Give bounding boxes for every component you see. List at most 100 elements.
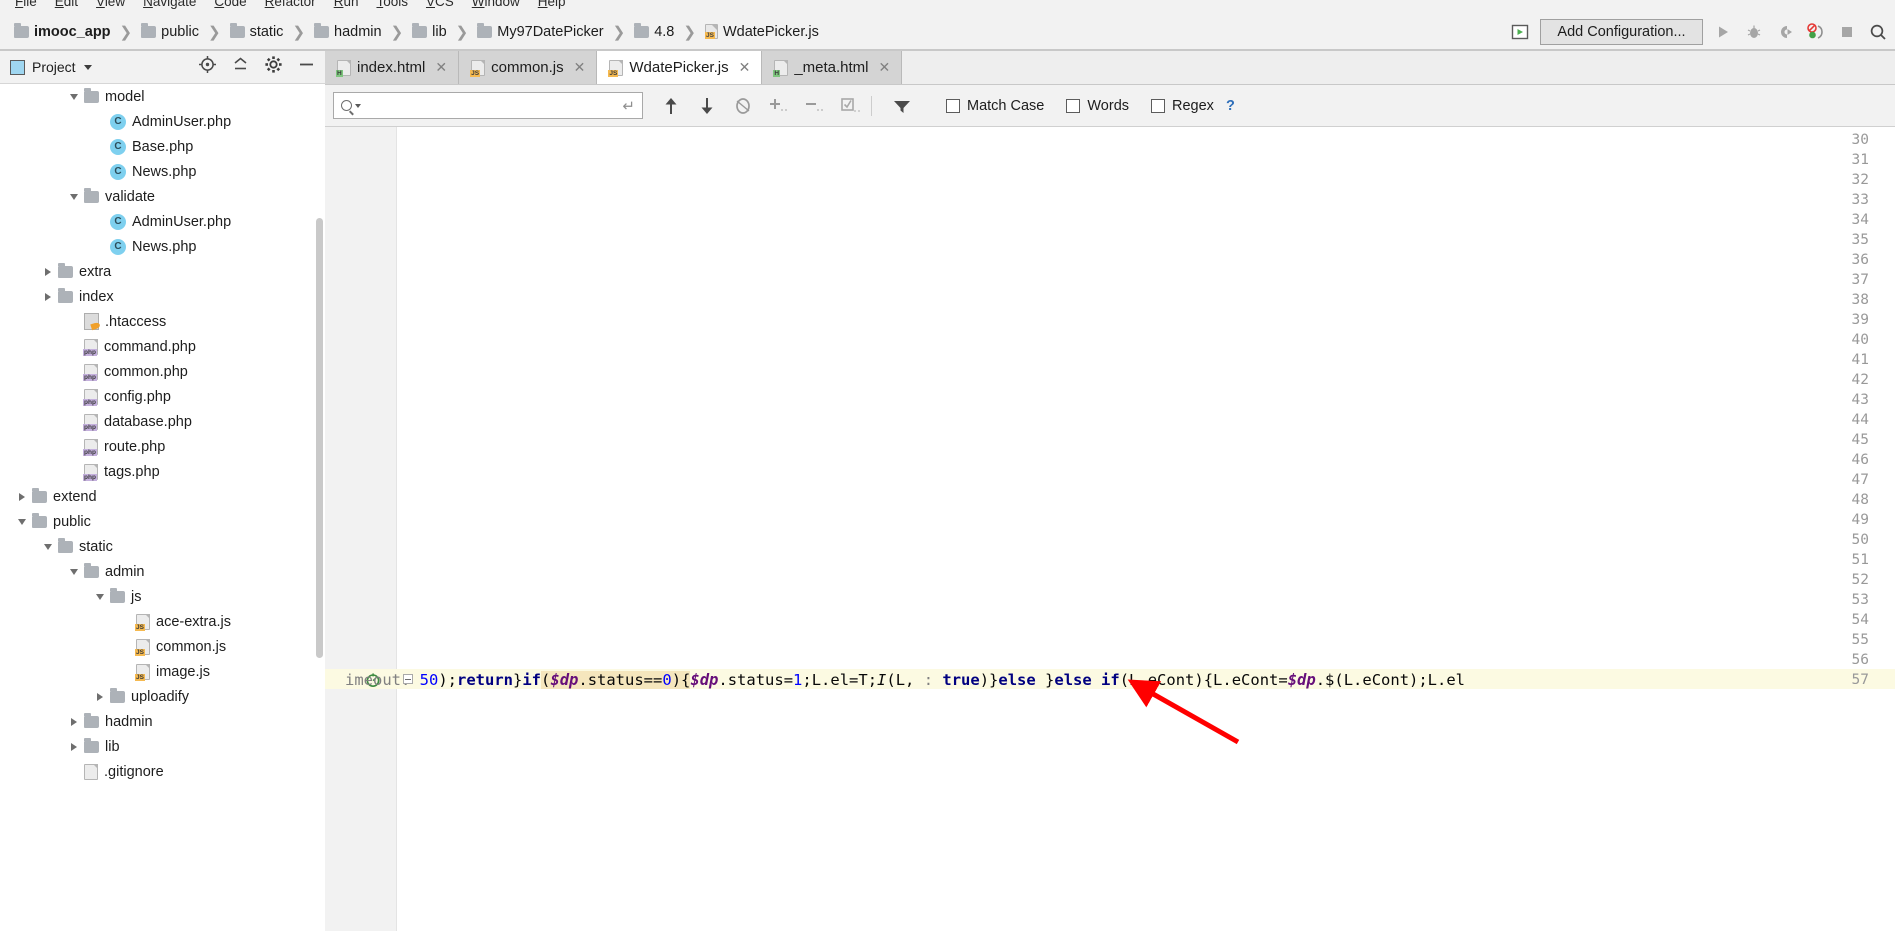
close-icon[interactable]: ✕ xyxy=(739,59,751,76)
tree-twisty[interactable] xyxy=(64,717,84,726)
breadcrumb-item-my97datepicker[interactable]: My97DatePicker xyxy=(477,22,604,40)
add-line-icon[interactable] xyxy=(763,92,795,120)
tree-item--htaccess[interactable]: .htaccess xyxy=(0,309,325,334)
tree-item-ace-extra-js[interactable]: JS ace-extra.js xyxy=(0,609,325,634)
editor-tab-index-html[interactable]: Hindex.html ✕ xyxy=(325,51,460,84)
tree-twisty[interactable] xyxy=(90,692,110,701)
breadcrumb-item-wdatepicker-js[interactable]: JS WdatePicker.js xyxy=(704,24,819,40)
close-icon[interactable]: ✕ xyxy=(574,59,586,76)
settings-gear-icon[interactable] xyxy=(264,55,283,79)
tree-item-database-php[interactable]: php database.php xyxy=(0,409,325,434)
tree-item-public[interactable]: public xyxy=(0,509,325,534)
code-editor[interactable]: 30 31 32 33 34 35 36 37 38 39 40 41 42 43 44 45 46 47 48 49… xyxy=(325,127,1895,931)
tree-item-tags-php[interactable]: php tags.php xyxy=(0,459,325,484)
breadcrumb-item-hadmin[interactable]: hadmin xyxy=(314,22,382,40)
select-all-icon[interactable] xyxy=(835,92,867,120)
search-input[interactable]: ↵ xyxy=(333,92,643,119)
checkbox[interactable] xyxy=(1151,98,1166,113)
tree-item-static[interactable]: static xyxy=(0,534,325,559)
find-option-words[interactable]: Words xyxy=(1066,98,1129,114)
menu-item-navigate[interactable]: Navigate xyxy=(134,0,205,8)
breadcrumb-item-imooc-app[interactable]: imooc_app xyxy=(14,22,111,40)
code-line[interactable]: imeout: 50);return}if($dp.status==0){$dp… xyxy=(345,670,1465,690)
tree-item-extra[interactable]: extra xyxy=(0,259,325,284)
breadcrumb-item-lib[interactable]: lib xyxy=(412,22,447,40)
add-configuration-button[interactable]: Add Configuration... xyxy=(1540,18,1703,45)
close-icon[interactable]: ✕ xyxy=(435,59,447,76)
checkbox[interactable] xyxy=(1066,98,1081,113)
sidebar-scrollbar[interactable] xyxy=(316,218,323,658)
project-file-tree[interactable]: model C AdminUser.php C Base.php C News.php val… xyxy=(0,84,325,931)
find-option-match-case[interactable]: Match Case xyxy=(946,98,1044,114)
tree-item-adminuser-php[interactable]: C AdminUser.php xyxy=(0,109,325,134)
tree-twisty[interactable] xyxy=(38,292,58,301)
select-all-occurrences-icon[interactable] xyxy=(727,92,759,120)
tree-twisty[interactable] xyxy=(90,593,110,600)
profiler-icon[interactable] xyxy=(1805,21,1827,43)
menu-item-view[interactable]: View xyxy=(87,0,134,8)
find-next-icon[interactable] xyxy=(691,92,723,120)
tree-item-news-php[interactable]: C News.php xyxy=(0,234,325,259)
breadcrumb-item-static[interactable]: static xyxy=(229,22,283,40)
menu-item-tools[interactable]: Tools xyxy=(367,0,417,8)
tree-item-hadmin[interactable]: hadmin xyxy=(0,709,325,734)
menu-item-refactor[interactable]: Refactor xyxy=(256,0,325,8)
tree-item-lib[interactable]: lib xyxy=(0,734,325,759)
tree-twisty[interactable] xyxy=(38,543,58,550)
tree-item-image-js[interactable]: JS image.js xyxy=(0,659,325,684)
tree-item-index[interactable]: index xyxy=(0,284,325,309)
search-everywhere-icon[interactable] xyxy=(1867,21,1889,43)
debug-icon[interactable] xyxy=(1743,21,1765,43)
run-icon[interactable] xyxy=(1712,21,1734,43)
fold-collapse-icon[interactable] xyxy=(403,674,413,684)
breadcrumb-item-public[interactable]: public xyxy=(141,22,199,40)
editor-tab-common-js[interactable]: JS common.js ✕ xyxy=(459,51,598,84)
tree-twisty[interactable] xyxy=(64,193,84,200)
tree-twisty[interactable] xyxy=(12,518,32,525)
locate-icon[interactable] xyxy=(198,55,217,79)
tree-item-config-php[interactable]: php config.php xyxy=(0,384,325,409)
collapse-all-icon[interactable] xyxy=(231,55,250,79)
remove-line-icon[interactable] xyxy=(799,92,831,120)
tree-item--gitignore[interactable]: .gitignore xyxy=(0,759,325,784)
tree-item-model[interactable]: model xyxy=(0,84,325,109)
chevron-down-icon[interactable] xyxy=(355,103,361,108)
checkbox[interactable] xyxy=(946,98,960,113)
menu-item-vcs[interactable]: VCS xyxy=(417,0,463,8)
tree-item-validate[interactable]: validate xyxy=(0,184,325,209)
tree-twisty[interactable] xyxy=(64,93,84,100)
tree-item-common-php[interactable]: php common.php xyxy=(0,359,325,384)
run-coverage-icon[interactable] xyxy=(1774,21,1796,43)
tree-twisty[interactable] xyxy=(38,267,58,276)
menu-item-file[interactable]: File xyxy=(6,0,46,8)
run-anything-icon[interactable] xyxy=(1509,21,1531,43)
editor-gutter[interactable] xyxy=(325,127,397,931)
tree-item-adminuser-php[interactable]: C AdminUser.php xyxy=(0,209,325,234)
menu-item-help[interactable]: Help xyxy=(529,0,575,8)
tree-item-js[interactable]: js xyxy=(0,584,325,609)
menu-item-code[interactable]: Code xyxy=(205,0,255,8)
tree-item-common-js[interactable]: JS common.js xyxy=(0,634,325,659)
find-previous-icon[interactable] xyxy=(655,92,687,120)
filter-icon[interactable] xyxy=(886,92,918,120)
stop-icon[interactable] xyxy=(1836,21,1858,43)
tree-item-extend[interactable]: extend xyxy=(0,484,325,509)
tree-twisty[interactable] xyxy=(64,742,84,751)
editor-tab-wdatepicker-js[interactable]: JS WdatePicker.js ✕ xyxy=(597,51,763,84)
hide-panel-icon[interactable] xyxy=(297,55,316,79)
help-icon[interactable]: ? xyxy=(1226,98,1235,114)
tree-twisty[interactable] xyxy=(64,568,84,575)
tree-item-route-php[interactable]: php route.php xyxy=(0,434,325,459)
tree-item-command-php[interactable]: php command.php xyxy=(0,334,325,359)
tree-item-base-php[interactable]: C Base.php xyxy=(0,134,325,159)
close-icon[interactable]: ✕ xyxy=(879,59,891,76)
tree-item-uploadify[interactable]: uploadify xyxy=(0,684,325,709)
breadcrumb-item-4-8[interactable]: 4.8 xyxy=(634,22,674,40)
editor-tab--meta-html[interactable]: H _meta.html ✕ xyxy=(762,51,903,84)
tree-twisty[interactable] xyxy=(12,492,32,501)
menu-item-run[interactable]: Run xyxy=(325,0,368,8)
tree-item-news-php[interactable]: C News.php xyxy=(0,159,325,184)
menu-item-edit[interactable]: Edit xyxy=(46,0,87,8)
find-option-regex[interactable]: Regex xyxy=(1151,98,1214,114)
menu-item-window[interactable]: Window xyxy=(463,0,529,8)
